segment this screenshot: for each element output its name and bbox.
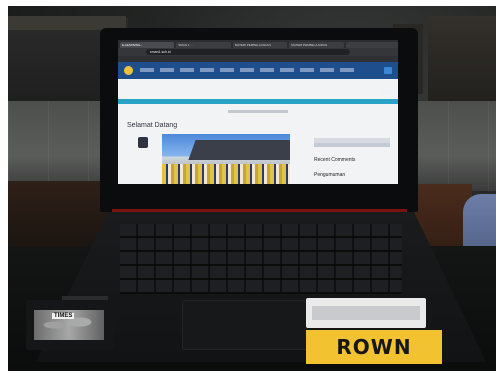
photo-frame: E-LEARNING... SMAN 1 ... MATERI PEMBELAJ… bbox=[0, 0, 497, 377]
laptop-hinge-accent bbox=[112, 209, 407, 212]
site-navigation[interactable] bbox=[140, 68, 360, 72]
building-roof bbox=[188, 140, 290, 160]
touchpad bbox=[182, 300, 308, 350]
search-button[interactable] bbox=[384, 67, 392, 74]
header-badge bbox=[382, 90, 392, 95]
site-header bbox=[118, 62, 398, 95]
brand-sticker: ROWN bbox=[306, 330, 442, 364]
page-title: Selamat Datang bbox=[127, 122, 178, 129]
school-photo bbox=[162, 134, 290, 184]
sidebar-announcements[interactable]: Pengumuman bbox=[314, 172, 345, 178]
url-field[interactable]: sman1.sch.id bbox=[146, 49, 350, 55]
students-crowd bbox=[162, 164, 290, 184]
browser-tabstrip: E-LEARNING... SMAN 1 ... MATERI PEMBELAJ… bbox=[118, 40, 398, 48]
news-ticker bbox=[118, 99, 398, 104]
sticker-left: TIMES bbox=[26, 300, 114, 350]
school-logo-icon[interactable] bbox=[124, 66, 133, 75]
keyboard-rows bbox=[120, 224, 402, 294]
breadcrumb bbox=[228, 110, 288, 113]
browser-address-bar: sman1.sch.id bbox=[118, 48, 398, 56]
sidebar-search-button[interactable] bbox=[314, 143, 390, 147]
spec-sticker-strip bbox=[312, 306, 420, 320]
sidebar-recent-comments[interactable]: Recent Comments bbox=[314, 157, 355, 163]
thumbs-up-icon bbox=[138, 137, 148, 148]
spec-sticker bbox=[306, 298, 426, 328]
sticker-label: TIMES bbox=[52, 313, 75, 319]
laptop-screen: E-LEARNING... SMAN 1 ... MATERI PEMBELAJ… bbox=[118, 40, 398, 184]
